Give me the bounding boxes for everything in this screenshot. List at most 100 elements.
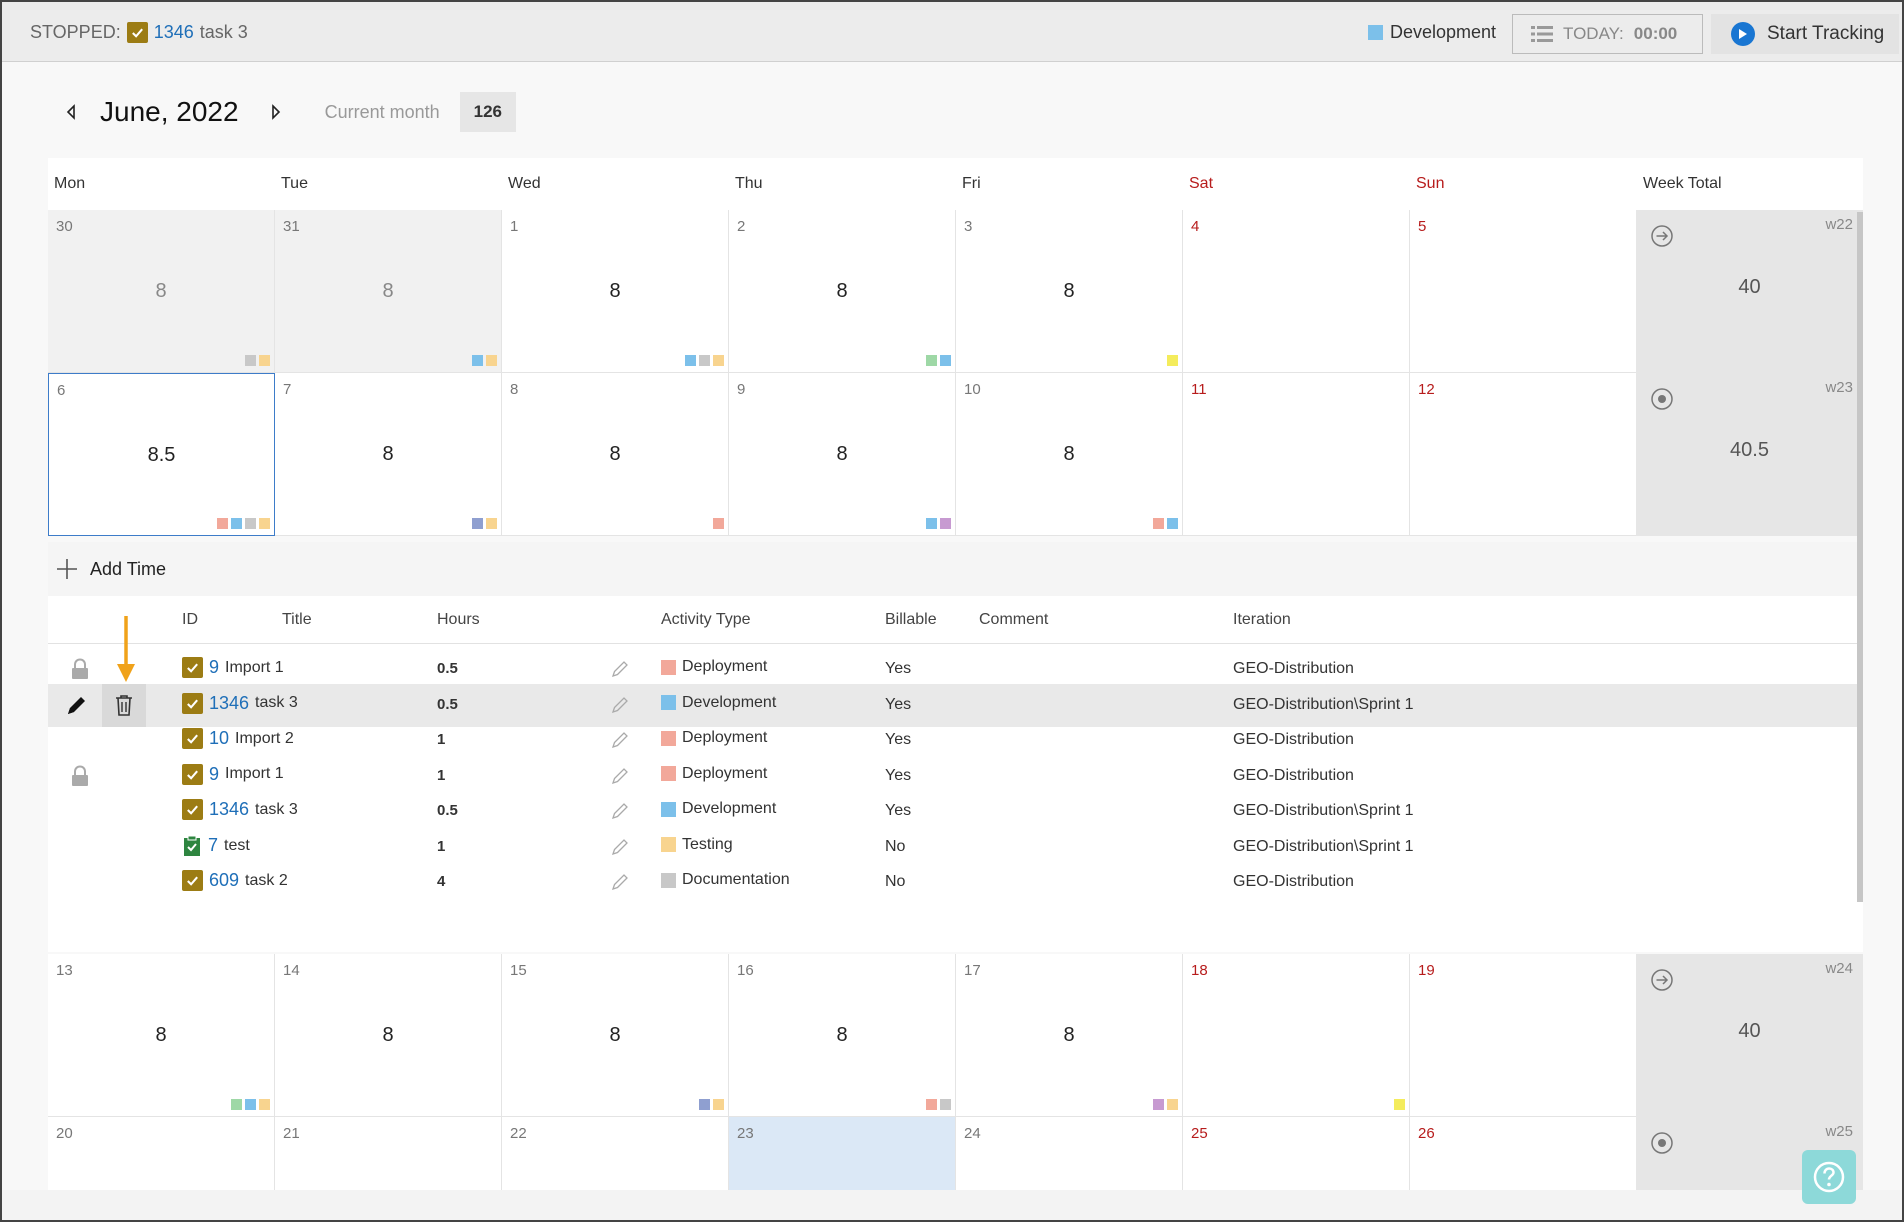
- weekday-sat: Sat: [1189, 175, 1214, 192]
- entry-id-link[interactable]: 1346: [209, 693, 249, 714]
- day-number: 6: [57, 382, 66, 399]
- col-iteration: Iteration: [1233, 611, 1291, 628]
- help-icon: [1813, 1161, 1845, 1193]
- entry-activity: Documentation: [661, 871, 790, 889]
- entry-id-link[interactable]: 1346: [209, 799, 249, 820]
- calendar-day-cell[interactable]: 4: [1183, 210, 1410, 373]
- activity-marker: [713, 518, 724, 529]
- vertical-scrollbar[interactable]: [1857, 212, 1863, 902]
- arrow-circle-icon[interactable]: [1650, 968, 1674, 992]
- activity-markers: [1394, 1099, 1405, 1110]
- calendar-day-cell[interactable]: 5: [1410, 210, 1637, 373]
- current-month-link[interactable]: Current month: [325, 102, 440, 123]
- activity-markers: [685, 355, 724, 366]
- edit-pencil-icon[interactable]: [64, 694, 90, 718]
- tracking-task-title: task 3: [199, 22, 248, 42]
- edit-hours-pencil-icon[interactable]: [610, 872, 630, 892]
- task-check-icon: [182, 799, 203, 820]
- prev-month-arrow-icon[interactable]: [60, 101, 82, 123]
- calendar-day-cell[interactable]: 38: [956, 210, 1183, 373]
- activity-markers: [1153, 1099, 1178, 1110]
- entry-id-link[interactable]: 9: [209, 764, 219, 785]
- week-total-header: Week Total: [1643, 175, 1722, 192]
- entry-activity-label: Development: [682, 800, 777, 817]
- target-circle-icon[interactable]: [1650, 1131, 1674, 1155]
- edit-hours-pencil-icon[interactable]: [610, 659, 630, 679]
- calendar-day-cell[interactable]: 13 8: [48, 954, 275, 1117]
- edit-hours-pencil-icon[interactable]: [610, 801, 630, 821]
- entry-activity: Development: [661, 800, 776, 818]
- day-number: 13: [56, 962, 73, 979]
- start-tracking-button[interactable]: Start Tracking: [1711, 14, 1899, 54]
- today-summary-button[interactable]: TODAY: 00:00: [1512, 14, 1703, 54]
- calendar-day-cell[interactable]: 15 8: [502, 954, 729, 1117]
- calendar-day-cell[interactable]: 88: [502, 373, 729, 536]
- entry-id-cell: 9 Import 1: [182, 657, 284, 678]
- edit-hours-pencil-icon[interactable]: [610, 766, 630, 786]
- weekday-header: Mon Tue Wed Thu Fri Sat Sun Week Total: [48, 158, 1863, 210]
- weekday-tue: Tue: [281, 175, 308, 192]
- entry-billable: Yes: [885, 731, 912, 748]
- calendar-day-cell[interactable]: 98: [729, 373, 956, 536]
- lock-icon: [72, 658, 88, 679]
- status-label: STOPPED:: [30, 22, 121, 42]
- add-time-button[interactable]: Add Time: [48, 542, 1863, 596]
- entry-activity-label: Testing: [682, 835, 733, 853]
- day-hours: 8: [382, 443, 394, 465]
- calendar-day-cell[interactable]: 31 8: [275, 210, 502, 373]
- activity-marker: [245, 355, 256, 366]
- calendar-week-row: 30 8 31 8 1 8 2 8 3 8 4 5 w22 40: [48, 210, 1863, 373]
- entry-billable: Yes: [885, 660, 912, 677]
- calendar-day-cell[interactable]: 6 8.5: [48, 373, 275, 536]
- calendar-day-cell[interactable]: 78: [275, 373, 502, 536]
- activity-marker: [1167, 1099, 1178, 1110]
- day-hours: 8: [836, 1024, 848, 1046]
- table-row[interactable]: 609 task 2 4 Documentation No GEO-Distributio…: [48, 861, 1863, 904]
- week-total-hours: 40: [1738, 1020, 1761, 1042]
- calendar-day-cell[interactable]: 19: [1410, 954, 1637, 1117]
- edit-hours-pencil-icon[interactable]: [610, 837, 630, 857]
- help-button[interactable]: [1802, 1150, 1856, 1204]
- edit-hours-pencil-icon[interactable]: [610, 730, 630, 750]
- calendar-day-cell[interactable]: 28: [729, 210, 956, 373]
- activity-color-swatch: [661, 837, 676, 852]
- entry-activity-label: Documentation: [682, 871, 790, 888]
- activity-marker: [926, 518, 937, 529]
- day-hours: 8: [836, 280, 848, 302]
- calendar-day-cell[interactable]: 11: [1183, 373, 1410, 536]
- activity-color-swatch: [661, 801, 676, 817]
- next-month-arrow-icon[interactable]: [265, 101, 287, 123]
- activity-marker: [1167, 355, 1178, 366]
- today-time: 00:00: [1633, 24, 1678, 43]
- calendar-day-cell[interactable]: 16 8: [729, 954, 956, 1117]
- tracking-task-id[interactable]: 1346: [154, 22, 194, 43]
- entry-iteration: GEO-Distribution\Sprint 1: [1233, 695, 1414, 713]
- arrow-circle-icon[interactable]: [1650, 224, 1674, 248]
- day-hours: 8: [155, 1024, 167, 1046]
- activity-marker: [472, 518, 483, 529]
- calendar-day-cell[interactable]: 18: [1183, 954, 1410, 1117]
- calendar-day-cell[interactable]: 18: [502, 210, 729, 373]
- entry-id-cell: 609 task 2: [182, 870, 288, 891]
- play-icon: [1731, 22, 1755, 46]
- calendar-day-cell[interactable]: 10 8: [956, 373, 1183, 536]
- entry-id-link[interactable]: 10: [209, 728, 229, 749]
- entry-id-link[interactable]: 7: [208, 835, 218, 856]
- calendar-day-cell[interactable]: 30 8: [48, 210, 275, 373]
- entry-hours: 4: [437, 873, 446, 890]
- entry-id-link[interactable]: 609: [209, 870, 239, 891]
- target-circle-icon[interactable]: [1650, 387, 1674, 411]
- entry-id-link[interactable]: 9: [209, 657, 219, 678]
- entry-iteration: GEO-Distribution: [1233, 731, 1354, 748]
- entry-hours: 1: [437, 837, 446, 855]
- trash-icon: [116, 695, 132, 716]
- edit-hours-pencil-icon[interactable]: [610, 695, 630, 715]
- entry-activity-label: Development: [682, 693, 777, 711]
- activity-marker: [940, 355, 951, 366]
- calendar-day-cell[interactable]: 14 8: [275, 954, 502, 1117]
- calendar-day-cell[interactable]: 12: [1410, 373, 1637, 536]
- tracking-bar: STOPPED: 1346 task 3 Development TODAY: …: [2, 2, 1902, 62]
- calendar-day-cell[interactable]: 17 8: [956, 954, 1183, 1117]
- tracking-activity[interactable]: Development: [1368, 22, 1496, 43]
- task-check-icon: [182, 763, 203, 785]
